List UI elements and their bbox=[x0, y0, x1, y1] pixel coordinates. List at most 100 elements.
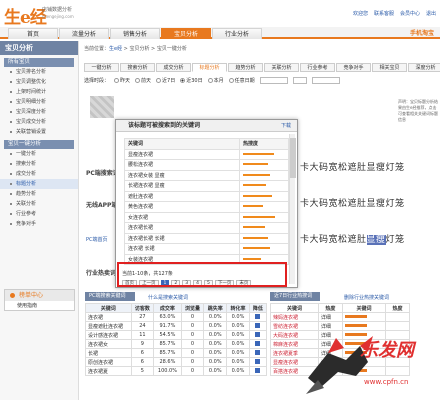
subtab[interactable]: 一键分析 bbox=[84, 63, 119, 72]
date-select[interactable] bbox=[292, 77, 307, 84]
modal-keyword[interactable]: 遮肚连衣裙 bbox=[124, 190, 240, 202]
sidebar-item-title-analysis[interactable]: 标题分析 bbox=[0, 179, 78, 189]
keyword-cell[interactable]: 长裙 bbox=[85, 348, 132, 358]
time-option-custom[interactable]: 任意日期 bbox=[228, 77, 255, 84]
time-option-daybefore[interactable]: 前天 bbox=[135, 77, 151, 84]
sidebar-item[interactable]: 搜索分析 bbox=[0, 159, 78, 169]
sidebar-group-oneclick[interactable]: 宝贝一键分析 bbox=[4, 140, 74, 149]
table-header[interactable]: 成交率 bbox=[153, 303, 182, 313]
subtab-title-analysis[interactable]: 标题分析 bbox=[192, 63, 227, 72]
nav-tab-traffic[interactable]: 流量分析 bbox=[59, 28, 109, 39]
pc-keyword-table-title: PC端搜索关键词 bbox=[85, 292, 135, 301]
table-header[interactable]: 跳失率 bbox=[203, 303, 228, 313]
modal-keyword[interactable]: 女连衣裙 bbox=[124, 211, 240, 223]
modal-keyword[interactable]: 腰松连衣裙 bbox=[124, 159, 240, 171]
sidebar-item[interactable]: 趋势分析 bbox=[0, 189, 78, 199]
pager-highlight-box bbox=[117, 262, 287, 287]
sidebar-item[interactable]: 宝贝深度分析 bbox=[0, 107, 78, 117]
sidebar-item[interactable]: 关联分析 bbox=[0, 199, 78, 209]
modal-download-link[interactable]: 下载 bbox=[281, 122, 291, 129]
sidebar-item[interactable]: 宝贝调整优化 bbox=[0, 77, 78, 87]
keyword-cell[interactable]: 设计感连衣裙 bbox=[85, 330, 132, 340]
modal-keyword[interactable]: 连衣裙 长裙 bbox=[124, 243, 240, 255]
app-logo[interactable]: 生e经 bbox=[4, 3, 47, 28]
subtab[interactable]: 相关宝贝 bbox=[372, 63, 407, 72]
keyword-cell[interactable]: 显瘦遮肚连衣裙 bbox=[85, 321, 132, 331]
modal-keyword[interactable]: 连衣裙长裙 bbox=[124, 222, 240, 234]
row-checkbox[interactable] bbox=[255, 359, 261, 364]
sidebar-item[interactable]: 成交分析 bbox=[0, 169, 78, 179]
modal-keyword-row: 长裙连衣裙 显瘦 bbox=[124, 180, 289, 192]
sidebar-item[interactable]: 行业参考 bbox=[0, 209, 78, 219]
row-checkbox[interactable] bbox=[255, 323, 261, 328]
scrollbar-thumb[interactable] bbox=[290, 138, 296, 178]
table-header[interactable]: 转化率 bbox=[226, 303, 250, 313]
industry-hot-link[interactable]: 删除行业热搜关键词 bbox=[344, 294, 389, 301]
modal-keyword[interactable]: 长裙连衣裙 显瘦 bbox=[124, 180, 240, 192]
title-keyword-line: 卡大码宽松遮肚显瘦灯笼 bbox=[300, 235, 405, 245]
table-header[interactable]: 关键词 bbox=[270, 303, 319, 313]
title-keyword-text: 卡大码宽松遮肚显瘦灯笼 bbox=[300, 199, 405, 209]
date-input-start[interactable] bbox=[259, 77, 288, 84]
modal-scrollbar[interactable] bbox=[289, 134, 296, 284]
nav-tab-industry[interactable]: 行业分析 bbox=[212, 28, 262, 39]
top-link-welcome[interactable]: 欢迎您 bbox=[353, 10, 368, 17]
subtab[interactable]: 深度分析 bbox=[408, 63, 440, 72]
value-cell: 5 bbox=[130, 366, 155, 376]
nav-tab-items[interactable]: 宝贝分析 bbox=[161, 28, 211, 39]
top-link-support[interactable]: 联系客服 bbox=[374, 10, 394, 17]
subtab[interactable]: 趋势分析 bbox=[228, 63, 263, 72]
row-action-cell bbox=[248, 321, 268, 331]
top-link-member[interactable]: 会员中心 bbox=[400, 10, 420, 17]
sidebar-item[interactable]: 上架时间统计 bbox=[0, 87, 78, 97]
sidebar: 宝贝分析 所有宝贝 宝贝排名分析 宝贝调整优化 上架时间统计 宝贝明细分析 宝贝… bbox=[0, 41, 79, 400]
breadcrumb-home[interactable]: 生e经 bbox=[109, 46, 122, 52]
top-link-logout[interactable]: 退出 bbox=[426, 10, 436, 17]
sidebar-item[interactable]: 关联营销设置 bbox=[0, 127, 78, 137]
keyword-cell[interactable]: 原创连衣裙 bbox=[85, 357, 132, 367]
subtab[interactable]: 成交分析 bbox=[156, 63, 191, 72]
sidebar-group-all[interactable]: 所有宝贝 bbox=[4, 58, 74, 67]
subtab[interactable]: 关联分析 bbox=[264, 63, 299, 72]
sidebar-item[interactable]: 宝贝排名分析 bbox=[0, 67, 78, 77]
nav-mobile-taobao[interactable]: 手机淘宝 bbox=[410, 28, 434, 39]
pc-keyword-help-link[interactable]: 什么是搜索关键词 bbox=[148, 294, 188, 301]
table-header[interactable]: 关键词 bbox=[341, 303, 387, 313]
modal-keyword[interactable]: 黄色连衣裙 bbox=[124, 201, 240, 213]
time-option-yesterday[interactable]: 昨天 bbox=[114, 77, 130, 84]
keyword-cell[interactable]: 连衣裙女 bbox=[85, 339, 132, 349]
favorites-title[interactable]: 榜单中心 bbox=[5, 290, 74, 301]
row-checkbox[interactable] bbox=[255, 341, 261, 346]
table-header[interactable]: 降低 bbox=[248, 303, 268, 313]
favorites-item[interactable]: 使用指南 bbox=[5, 301, 74, 311]
subtab[interactable]: 行业参考 bbox=[300, 63, 335, 72]
sidebar-item[interactable]: 宝贝明细分析 bbox=[0, 97, 78, 107]
row-checkbox[interactable] bbox=[255, 314, 261, 319]
sidebar-item[interactable]: 宝贝成交分析 bbox=[0, 117, 78, 127]
time-option-7d[interactable]: 近7日 bbox=[156, 77, 175, 84]
sidebar-item[interactable]: 一键分析 bbox=[0, 149, 78, 159]
subtab[interactable]: 竞争对手 bbox=[336, 63, 371, 72]
table-header[interactable]: 热度 bbox=[317, 303, 343, 313]
title-keyword-line: 卡大码宽松遮肚显瘦灯笼 bbox=[300, 160, 405, 173]
time-option-month[interactable]: 本月 bbox=[207, 77, 224, 84]
modal-keyword[interactable]: 连衣裙长裙 长裙 bbox=[124, 232, 240, 244]
modal-keyword[interactable]: 显瘦连衣裙 bbox=[124, 148, 240, 160]
date-input-end[interactable] bbox=[311, 77, 340, 84]
keyword-cell[interactable]: 连衣裙夏 bbox=[85, 366, 132, 376]
keyword-cell[interactable]: 连衣裙 bbox=[85, 312, 132, 322]
table-header[interactable]: 浏览量 bbox=[180, 303, 205, 313]
modal-keyword[interactable]: 连衣裙女装 显瘦 bbox=[124, 169, 240, 181]
subtab[interactable]: 搜索分析 bbox=[120, 63, 155, 72]
table-header[interactable]: 关键词 bbox=[85, 303, 132, 313]
table-header[interactable]: 访客数 bbox=[130, 303, 155, 313]
sidebar-item[interactable]: 竞争对手 bbox=[0, 219, 78, 229]
subtabs: 一键分析 搜索分析 成交分析 标题分析 趋势分析 关联分析 行业参考 竞争对手 … bbox=[84, 63, 440, 72]
time-option-30d[interactable]: 近30日 bbox=[180, 77, 203, 84]
row-checkbox[interactable] bbox=[255, 368, 261, 373]
row-checkbox[interactable] bbox=[255, 332, 261, 337]
nav-tab-home[interactable]: 首页 bbox=[8, 28, 58, 39]
nav-tab-sales[interactable]: 销售分析 bbox=[110, 28, 160, 39]
row-checkbox[interactable] bbox=[255, 350, 261, 355]
table-header[interactable]: 热度 bbox=[385, 303, 410, 313]
